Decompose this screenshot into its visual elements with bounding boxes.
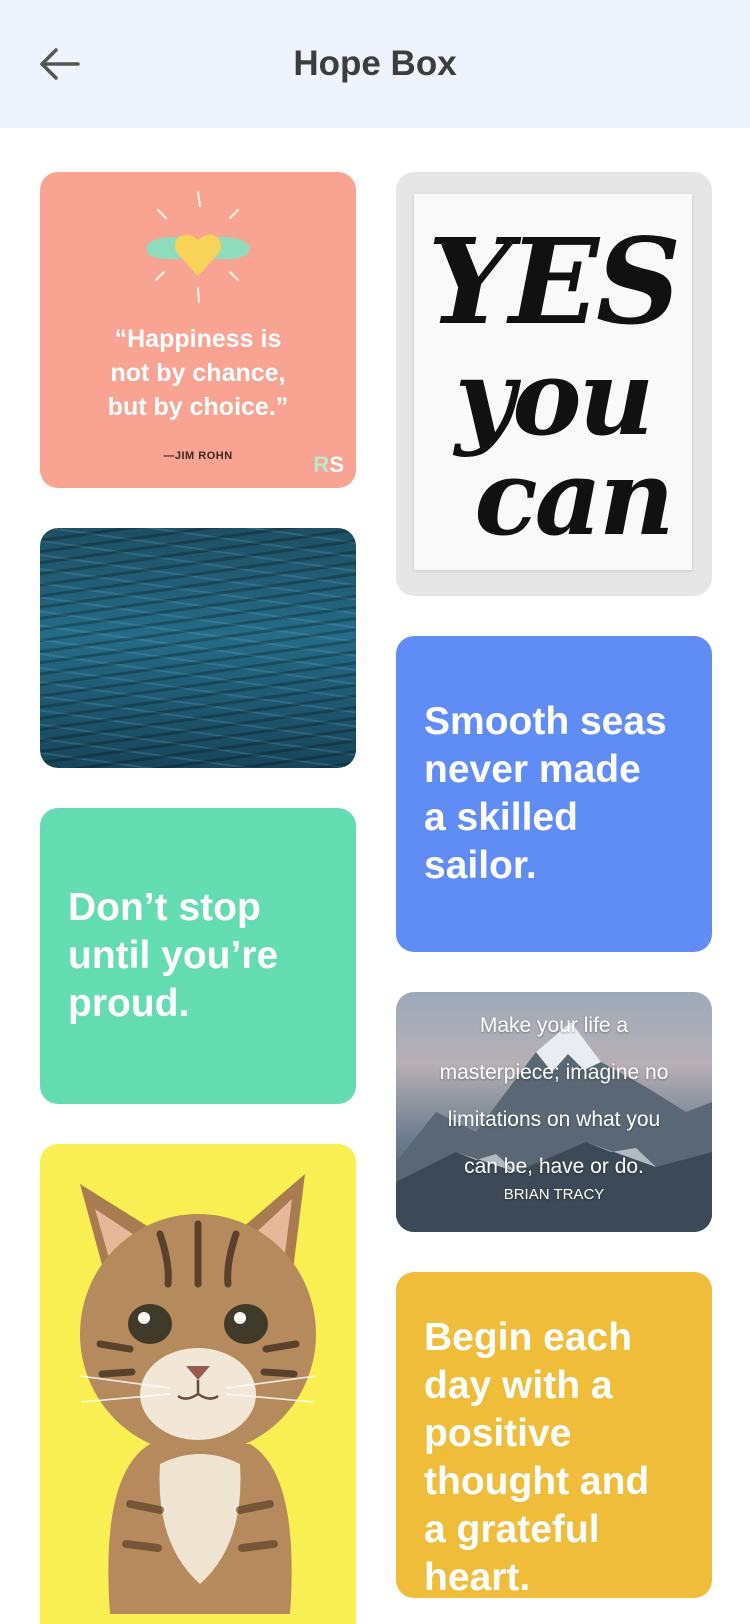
smooth-seas-card[interactable]: Smooth seas never made a skilled sailor. bbox=[396, 636, 712, 952]
app-header: Hope Box bbox=[0, 0, 750, 128]
brand-logo: RS bbox=[313, 452, 344, 477]
poster-word-yes: YES bbox=[427, 212, 681, 351]
quote-text: Don’t stop until you’re proud. bbox=[68, 886, 279, 1025]
quote-author: BRIAN TRACY bbox=[503, 1186, 605, 1203]
poster-paper: YES you can bbox=[414, 194, 692, 570]
dont-stop-card[interactable]: Don’t stop until you’re proud. bbox=[40, 808, 356, 1104]
quote-text: Make your life a masterpiece; imagine no… bbox=[439, 1014, 669, 1178]
quote-author: —JIM ROHN bbox=[163, 450, 233, 462]
winged-heart-icon bbox=[146, 191, 250, 303]
water-photo-card[interactable] bbox=[40, 528, 356, 768]
masterpiece-quote-card[interactable]: Make your life a masterpiece; imagine no… bbox=[396, 992, 712, 1232]
yes-you-can-card[interactable]: YES you can bbox=[396, 172, 712, 596]
quote-text: Smooth seas never made a skilled sailor. bbox=[424, 700, 667, 887]
quote-text: “Happiness is not by chance, but by choi… bbox=[107, 325, 289, 421]
poster-word-can: can bbox=[474, 436, 674, 559]
kitten-photo-card[interactable] bbox=[40, 1144, 356, 1624]
page-title: Hope Box bbox=[293, 44, 457, 83]
kitten-image bbox=[40, 1144, 356, 1624]
happiness-quote-card[interactable]: “Happiness is not by chance, but by choi… bbox=[40, 172, 356, 488]
quote-text: Begin each day with a positive thought a… bbox=[424, 1316, 650, 1598]
begin-each-day-card[interactable]: Begin each day with a positive thought a… bbox=[396, 1272, 712, 1598]
